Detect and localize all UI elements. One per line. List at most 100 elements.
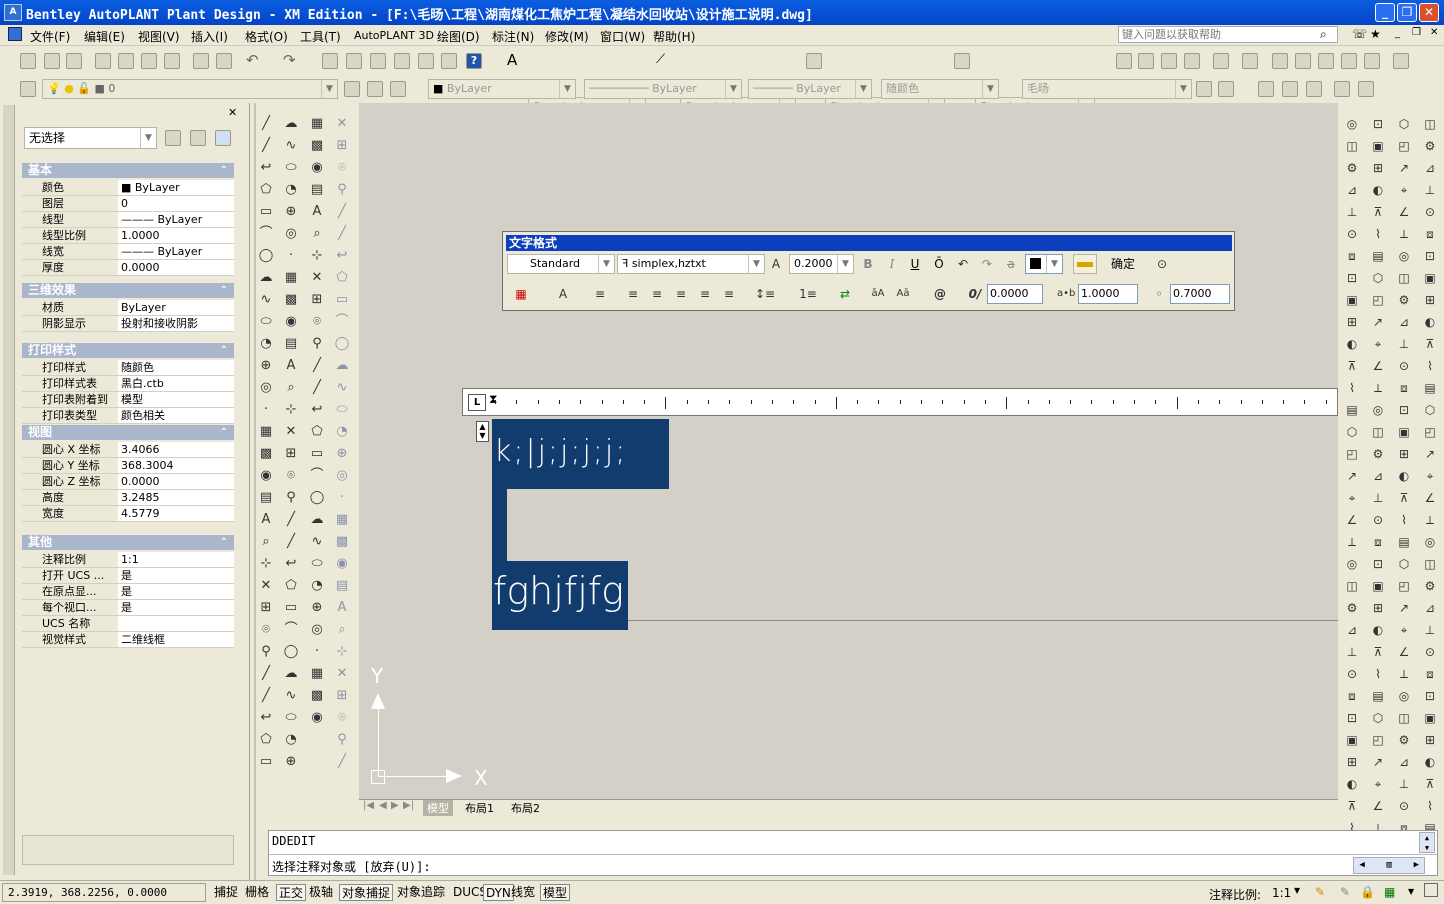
select-objects-icon[interactable]	[190, 130, 206, 146]
modeling-tool-icon[interactable]: ⧈	[1343, 687, 1361, 705]
text-height-combo[interactable]: 0.2000 ▼	[789, 254, 854, 274]
draw-tool-icon[interactable]: ✕	[257, 577, 275, 595]
modeling-tool-icon[interactable]: ◫	[1343, 577, 1361, 595]
modeling-tool-icon[interactable]: ⊥	[1395, 335, 1413, 353]
redo-text-icon[interactable]: ↷	[978, 254, 996, 274]
draw-tool-icon[interactable]: ◔	[333, 423, 351, 441]
modeling-tool-icon[interactable]: ⬡	[1395, 555, 1413, 573]
modeling-tool-icon[interactable]: ◎	[1343, 115, 1361, 133]
open-icon[interactable]	[44, 53, 60, 69]
modeling-tool-icon[interactable]: ⊿	[1421, 159, 1439, 177]
modeling-tool-icon[interactable]: ⧈	[1395, 379, 1413, 397]
mtext-ruler[interactable]: L ⧗	[462, 388, 1338, 416]
text-format-title[interactable]: 文字格式	[506, 235, 1232, 251]
redo-icon[interactable]: ↷	[283, 51, 296, 69]
plant-tool-9-icon[interactable]	[1318, 53, 1334, 69]
modeling-tool-icon[interactable]: ∠	[1421, 489, 1439, 507]
modeling-tool-icon[interactable]: ⬡	[1369, 269, 1387, 287]
modeling-tool-icon[interactable]: ◰	[1395, 137, 1413, 155]
draw-tool-icon[interactable]: A	[308, 203, 326, 221]
stack-icon[interactable]: a̶	[1002, 254, 1020, 274]
draw-tool-icon[interactable]: ╱	[257, 665, 275, 683]
restore-button[interactable]: ❐	[1397, 3, 1417, 22]
property-row[interactable]: 视觉样式 二维线框	[22, 632, 234, 648]
print-icon[interactable]	[95, 53, 111, 69]
draw-tool-icon[interactable]: ◔	[282, 731, 300, 749]
modeling-tool-icon[interactable]: ▣	[1369, 577, 1387, 595]
collapse-icon[interactable]: ⌃	[220, 535, 228, 550]
modeling-tool-icon[interactable]: ⊿	[1369, 467, 1387, 485]
modeling-tool-icon[interactable]: ⟂	[1343, 533, 1361, 551]
modeling-tool-icon[interactable]: ⌇	[1421, 797, 1439, 815]
mtext-style-combo[interactable]: Standard ▼	[507, 254, 615, 274]
draw-tool-icon[interactable]: ▭	[333, 291, 351, 309]
new-icon[interactable]	[20, 53, 36, 69]
plant-opt-4-icon[interactable]	[1282, 81, 1298, 97]
property-value[interactable]: ——— ByLayer	[118, 244, 234, 259]
modeling-tool-icon[interactable]: ⧈	[1421, 665, 1439, 683]
menu-window[interactable]: 窗口(W)	[600, 28, 645, 45]
property-value[interactable]: 是	[118, 600, 234, 615]
draw-tool-icon[interactable]: ◎	[308, 621, 326, 639]
menu-format[interactable]: 格式(O)	[245, 28, 288, 45]
table-style-icon[interactable]	[806, 53, 822, 69]
modeling-tool-icon[interactable]: ⊞	[1343, 313, 1361, 331]
draw-tool-icon[interactable]: ⊞	[257, 599, 275, 617]
mtext-line-2[interactable]: fghjfjfg	[492, 561, 628, 630]
draw-tool-icon[interactable]: ╱	[333, 203, 351, 221]
palette-titlebar[interactable]	[3, 105, 15, 875]
property-row[interactable]: 线宽 ——— ByLayer	[22, 244, 234, 260]
draw-tool-icon[interactable]: ╱	[257, 687, 275, 705]
section-header[interactable]: 打印样式 ⌃	[22, 343, 234, 358]
section-header[interactable]: 基本 ⌃	[22, 163, 234, 178]
draw-tool-icon[interactable]: ▩	[333, 533, 351, 551]
modeling-tool-icon[interactable]: ⊡	[1421, 687, 1439, 705]
property-value[interactable]: 3.4066	[118, 442, 234, 457]
justify-icon[interactable]: ≡	[696, 284, 714, 304]
modeling-tool-icon[interactable]: ⊙	[1343, 225, 1361, 243]
modeling-tool-icon[interactable]: ▤	[1369, 247, 1387, 265]
property-row[interactable]: 线型比例 1.0000	[22, 228, 234, 244]
property-row[interactable]: 材质 ByLayer	[22, 300, 234, 316]
draw-tool-icon[interactable]: ▤	[282, 335, 300, 353]
draw-tool-icon[interactable]: ◯	[333, 335, 351, 353]
modeling-tool-icon[interactable]: ⌇	[1343, 379, 1361, 397]
paragraph-icon[interactable]: ≡	[591, 284, 609, 304]
menu-autoplant[interactable]: AutoPLANT 3D	[354, 29, 434, 42]
modeling-tool-icon[interactable]: ⬡	[1343, 423, 1361, 441]
modeling-tool-icon[interactable]: ◎	[1369, 401, 1387, 419]
oblique-angle-input[interactable]: 0.0000	[987, 284, 1043, 304]
draw-tool-icon[interactable]: ◎	[333, 467, 351, 485]
modeling-tool-icon[interactable]: ⟂	[1421, 511, 1439, 529]
draw-tool-icon[interactable]: ◯	[308, 489, 326, 507]
font-combo[interactable]: 毛旸 ▼	[1022, 79, 1192, 99]
menu-tools[interactable]: 工具(T)	[300, 28, 341, 45]
draw-tool-icon[interactable]: ⊞	[333, 137, 351, 155]
modeling-tool-icon[interactable]: ⊿	[1395, 313, 1413, 331]
draw-tool-icon[interactable]: ╱	[308, 357, 326, 375]
plant-opt-7-icon[interactable]	[1358, 81, 1374, 97]
plant-opt-5-icon[interactable]	[1306, 81, 1322, 97]
help-search-input[interactable]: 键入问题以获取帮助	[1118, 26, 1338, 43]
modeling-tool-icon[interactable]: ⟂	[1395, 665, 1413, 683]
layer-combo[interactable]: 💡 ● 🔓 ■ 0 ▼	[42, 79, 338, 99]
draw-tool-icon[interactable]: ▭	[308, 445, 326, 463]
menu-modify[interactable]: 修改(M)	[545, 28, 589, 45]
ok-button[interactable]: 确定	[1108, 254, 1138, 274]
doc-minimize-button[interactable]: _	[1395, 28, 1400, 39]
property-value[interactable]: ——— ByLayer	[118, 212, 234, 227]
lineweight-combo[interactable]: ────── ByLayer ▼	[748, 79, 872, 99]
draw-tool-icon[interactable]: ◔	[257, 335, 275, 353]
property-value[interactable]: ByLayer	[118, 300, 234, 315]
modeling-tool-icon[interactable]: ⌖	[1369, 335, 1387, 353]
menu-view[interactable]: 视图(V)	[138, 28, 180, 45]
draw-tool-icon[interactable]: ⬠	[308, 423, 326, 441]
status-toggle-button[interactable]: 正交	[276, 884, 307, 901]
draw-tool-icon[interactable]: ↩	[333, 247, 351, 265]
modeling-tool-icon[interactable]: ▣	[1421, 269, 1439, 287]
draw-tool-icon[interactable]: ↩	[308, 401, 326, 419]
draw-tool-icon[interactable]: ⌕	[308, 225, 326, 243]
draw-tool-icon[interactable]: ▦	[308, 115, 326, 133]
property-value[interactable]: 模型	[118, 392, 234, 407]
draw-tool-icon[interactable]: ╱	[257, 115, 275, 133]
